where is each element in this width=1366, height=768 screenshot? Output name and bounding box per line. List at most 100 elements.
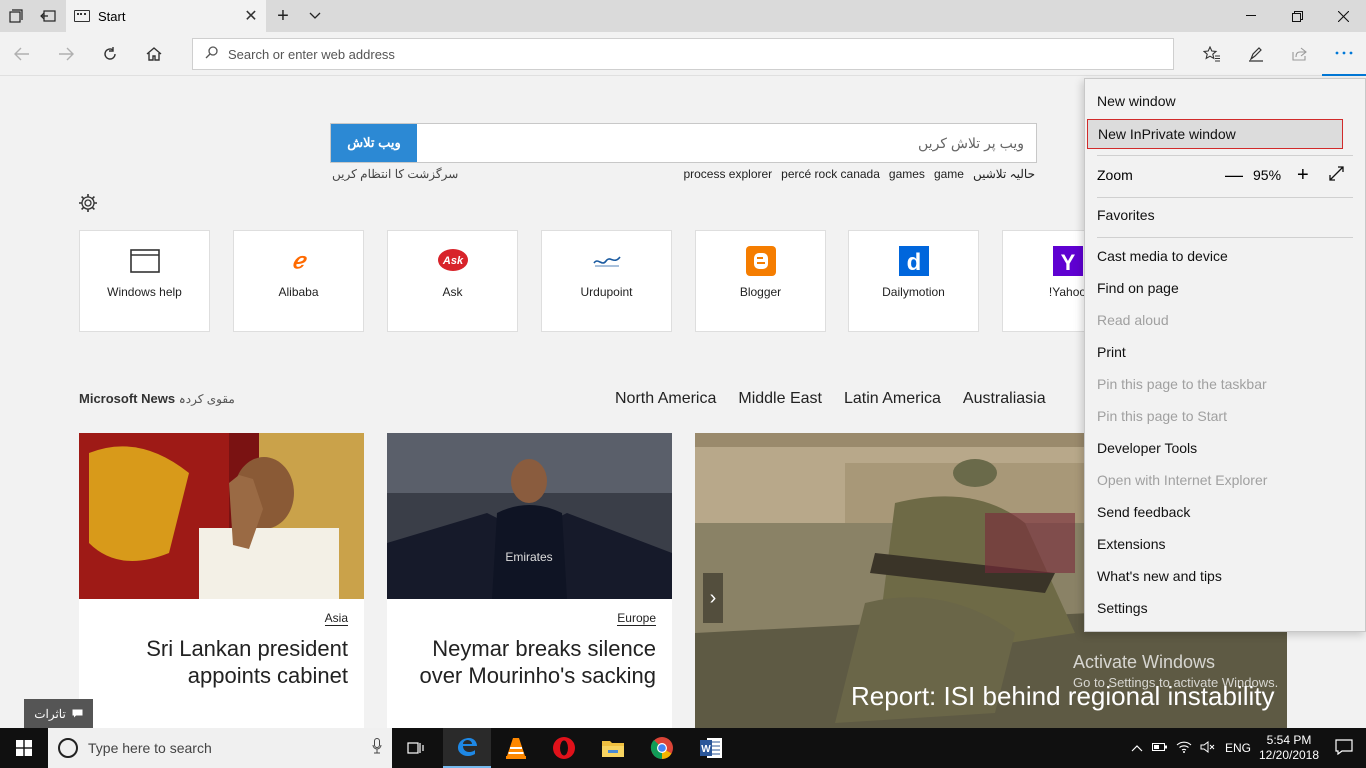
menu-item-developer-tools[interactable]: Developer Tools [1097,440,1197,456]
region-tab[interactable]: North America [615,390,716,408]
trend-link[interactable]: game [934,167,964,181]
clock-time: 5:54 PM [1266,733,1312,747]
trend-link[interactable]: process explorer [683,167,772,181]
tile-label: Windows help [107,285,182,299]
menu-item-pin-taskbar: Pin this page to the taskbar [1097,376,1267,392]
tile-label: Blogger [739,285,782,299]
trend-link[interactable]: games [889,167,925,181]
chrome-app-icon[interactable] [638,728,686,768]
menu-item-cast-media[interactable]: Cast media to device [1097,248,1228,264]
start-button[interactable] [0,728,48,768]
trend-link[interactable]: percé rock canada [781,167,880,181]
menu-item-new-window[interactable]: New window [1097,93,1176,109]
region-tab[interactable]: Middle East [738,390,822,408]
page-settings-gear-icon[interactable] [78,193,98,219]
clock[interactable]: 5:54 PM 12/20/2018 [1256,733,1322,763]
carousel-next-icon[interactable]: › [703,573,723,623]
news-powered-by: مقوی کردہ [178,392,235,406]
close-window-button[interactable] [1320,0,1366,32]
wifi-icon[interactable] [1172,741,1196,756]
top-site-tile-dailymotion[interactable]: d Dailymotion [848,230,979,332]
zoom-out-icon[interactable]: — [1225,165,1243,186]
news-card[interactable]: Asia Sri Lankan president appoints cabin… [79,433,364,728]
tile-label: Ask [442,285,463,299]
region-tab[interactable]: Latin America [844,390,941,408]
cortana-icon [58,738,78,758]
input-language[interactable]: ENG [1220,741,1256,755]
battery-icon[interactable] [1148,741,1172,755]
top-site-tile-ask[interactable]: Ask Ask [387,230,518,332]
address-bar[interactable] [192,38,1174,70]
top-site-tile-blogger[interactable]: Blogger [695,230,826,332]
blogger-logo-icon [745,245,777,277]
recent-searches-label: حالیہ تلاشیں [972,167,1035,181]
home-button[interactable] [132,32,176,76]
region-tab[interactable]: Australiasia [963,390,1046,408]
tab-preview-chevron-icon[interactable] [300,0,330,32]
feedback-button[interactable]: تاثرات [24,699,93,728]
menu-item-print[interactable]: Print [1097,344,1126,360]
new-tab-icon[interactable]: + [268,0,298,32]
pen-notes-icon[interactable] [1234,32,1278,76]
forward-button[interactable] [44,32,88,76]
opera-app-icon[interactable] [540,728,588,768]
window-icon [129,245,161,277]
tab-title: Start [98,8,126,24]
volume-muted-icon[interactable] [1196,740,1220,756]
word-app-icon[interactable]: W [687,728,735,768]
show-hidden-icons-chevron-icon[interactable] [1126,741,1148,755]
fullscreen-icon[interactable] [1329,166,1344,184]
windows-logo-icon [16,740,32,756]
menu-item-read-aloud: Read aloud [1097,312,1169,328]
menu-separator [1097,237,1353,238]
microphone-icon[interactable] [362,738,392,758]
news-category-tag[interactable]: Asia [324,611,348,626]
news-section-title: Microsoft News مقوی کردہ [79,391,235,406]
web-search-button[interactable]: ویب تلاش [331,124,417,162]
menu-item-send-feedback[interactable]: Send feedback [1097,504,1190,520]
menu-item-settings[interactable]: Settings [1097,600,1148,616]
menu-item-favorites[interactable]: Favorites [1097,207,1155,223]
news-category-tag[interactable]: Europe [617,611,656,626]
news-card[interactable]: Emirates Europe Neymar breaks silence ov… [387,433,672,728]
watermark-line2: Go to Settings to activate Windows. [1073,675,1279,690]
favorites-star-icon[interactable] [1190,32,1234,76]
share-icon[interactable] [1278,32,1322,76]
taskbar-search-box[interactable]: Type here to search [48,728,392,768]
tab-start[interactable]: Start ✕ [66,0,266,32]
task-view-icon[interactable] [392,728,440,768]
set-aside-tabs-icon[interactable] [32,0,64,32]
refresh-button[interactable] [88,32,132,76]
action-center-icon[interactable] [1322,738,1366,758]
news-headline[interactable]: Sri Lankan president appoints cabinet [88,635,348,689]
zoom-in-icon[interactable]: + [1297,164,1309,187]
alibaba-logo-icon: ℯ [291,248,306,273]
menu-item-new-inprivate-window[interactable]: New InPrivate window [1087,119,1343,149]
restore-button[interactable] [1274,0,1320,32]
title-bar: Start ✕ + [0,0,1366,32]
svg-text:Y: Y [1060,250,1075,275]
web-search-box[interactable]: ویب تلاش ویب پر تلاش کریں [330,123,1037,163]
address-input[interactable] [228,46,1128,62]
top-site-tile-windows-help[interactable]: Windows help [79,230,210,332]
settings-more-icon[interactable] [1322,32,1366,76]
menu-item-whats-new[interactable]: What's new and tips [1097,568,1222,584]
manage-history-link[interactable]: سرگزشت کا انتظام کریں [332,167,458,181]
edge-app-icon[interactable] [443,728,491,768]
tab-manager-icon[interactable] [0,0,32,32]
clock-date: 12/20/2018 [1258,748,1320,762]
file-explorer-app-icon[interactable] [589,728,637,768]
top-site-tile-urdupoint[interactable]: Urdupoint [541,230,672,332]
minimize-button[interactable] [1228,0,1274,32]
top-site-tile-alibaba[interactable]: ℯ Alibaba [233,230,364,332]
menu-item-extensions[interactable]: Extensions [1097,536,1165,552]
vlc-app-icon[interactable] [492,728,540,768]
menu-item-find-on-page[interactable]: Find on page [1097,280,1179,296]
tile-label: !Yahoo [1048,285,1087,299]
close-tab-icon[interactable]: ✕ [236,6,266,26]
back-button[interactable] [0,32,44,76]
news-headline[interactable]: Neymar breaks silence over Mourinho's sa… [396,635,656,689]
tile-label: Urdupoint [580,285,633,299]
settings-and-more-menu: New window New InPrivate window Zoom — 9… [1084,78,1366,632]
svg-text:W: W [701,744,711,755]
